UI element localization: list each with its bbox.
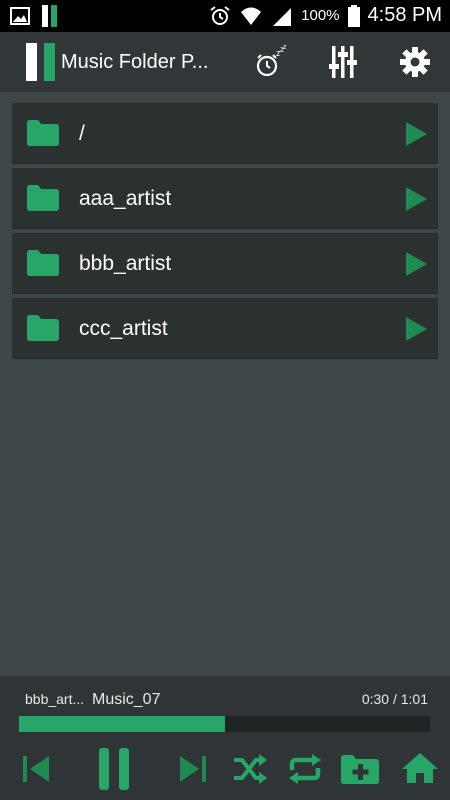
app-title: Music Folder P... xyxy=(61,51,209,73)
app-logo xyxy=(26,43,55,81)
folder-row[interactable]: ccc_artist xyxy=(12,298,438,359)
now-playing-track: Music_07 xyxy=(92,691,161,708)
home-icon[interactable] xyxy=(401,752,439,784)
folder-icon xyxy=(27,250,59,276)
folder-name: / xyxy=(79,122,85,145)
progress-bar[interactable] xyxy=(19,716,430,732)
folder-icon xyxy=(27,315,59,341)
battery-percent: 100% xyxy=(301,7,340,24)
folder-name: aaa_artist xyxy=(79,187,172,210)
equalizer-icon[interactable] xyxy=(327,44,363,80)
play-folder-icon[interactable] xyxy=(404,121,428,147)
play-folder-icon[interactable] xyxy=(404,316,428,342)
wifi-icon xyxy=(241,7,262,25)
svg-text:z: z xyxy=(283,44,287,51)
battery-icon xyxy=(347,4,360,27)
status-left xyxy=(10,5,60,27)
add-folder-icon[interactable] xyxy=(341,754,379,784)
folder-name: bbb_artist xyxy=(79,252,172,275)
signal-icon xyxy=(273,7,292,26)
gallery-notification-icon xyxy=(10,7,30,25)
action-bar: Music Folder P... z z z xyxy=(0,32,450,92)
clock: 4:58 PM xyxy=(367,4,442,26)
folder-name: ccc_artist xyxy=(79,317,168,340)
shuffle-icon[interactable] xyxy=(232,754,268,784)
repeat-icon[interactable] xyxy=(286,754,324,784)
play-folder-icon[interactable] xyxy=(404,251,428,277)
folder-row[interactable]: / xyxy=(12,103,438,164)
settings-icon[interactable] xyxy=(397,44,433,80)
app-notification-icon xyxy=(42,5,57,27)
pause-icon[interactable] xyxy=(97,746,133,792)
next-icon[interactable] xyxy=(176,754,208,784)
folder-list: / aaa_artist bbb_artist ccc_artist xyxy=(12,103,438,363)
alarm-icon xyxy=(210,5,230,25)
status-right: 100% 4:58 PM xyxy=(209,4,442,27)
now-playing-artist: bbb_art... xyxy=(25,691,85,707)
previous-icon[interactable] xyxy=(21,754,53,784)
now-playing-bar: bbb_art... Music_07 0:30 / 1:01 xyxy=(0,676,450,800)
play-folder-icon[interactable] xyxy=(404,186,428,212)
folder-icon xyxy=(27,120,59,146)
sleep-timer-icon[interactable]: z z z xyxy=(252,44,288,80)
folder-row[interactable]: bbb_artist xyxy=(12,233,438,294)
folder-row[interactable]: aaa_artist xyxy=(12,168,438,229)
status-bar: 100% 4:58 PM xyxy=(0,0,450,32)
playback-time: 0:30 / 1:01 xyxy=(361,691,428,707)
folder-icon xyxy=(27,185,59,211)
progress-fill xyxy=(19,716,225,732)
